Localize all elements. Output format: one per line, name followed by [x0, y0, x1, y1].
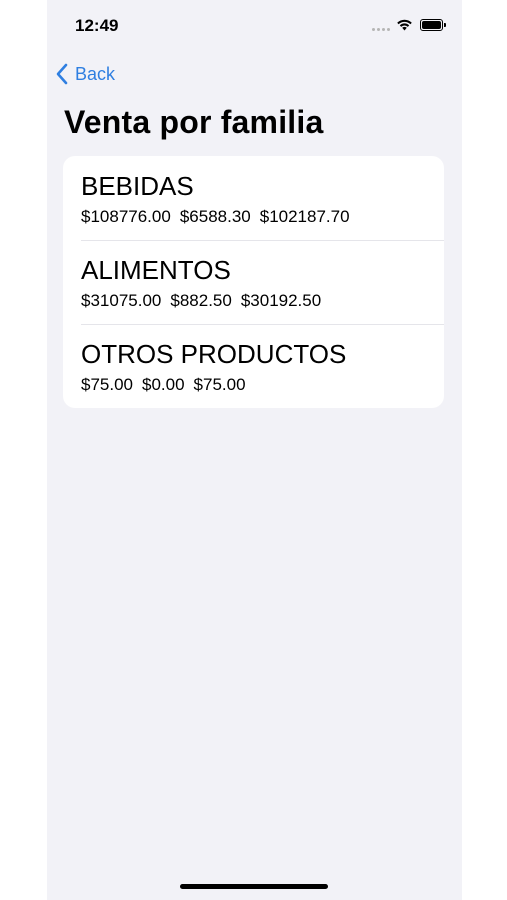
- list-item-bebidas[interactable]: BEBIDAS $108776.00 $6588.30 $102187.70: [63, 156, 444, 240]
- family-list: BEBIDAS $108776.00 $6588.30 $102187.70 ALI…: [63, 156, 444, 408]
- list-item-otros-productos[interactable]: OTROS PRODUCTOS $75.00 $0.00 $75.00: [63, 324, 444, 408]
- list-item-alimentos[interactable]: ALIMENTOS $31075.00 $882.50 $30192.50: [63, 240, 444, 324]
- chevron-left-icon: [56, 63, 68, 85]
- family-name: OTROS PRODUCTOS: [81, 339, 347, 369]
- family-value-total: $75.00: [81, 375, 133, 394]
- family-value-discount: $6588.30: [179, 207, 251, 226]
- family-value-net: $75.00: [193, 375, 246, 394]
- back-label: Back: [75, 63, 116, 84]
- family-values: $75.00 $0.00 $75.00: [81, 375, 246, 395]
- home-indicator[interactable]: [180, 884, 328, 889]
- battery-icon: [420, 19, 446, 31]
- page-title: Venta por familia: [64, 104, 324, 140]
- wifi-icon: [397, 19, 412, 31]
- family-value-net: $30192.50: [240, 291, 322, 310]
- status-time: 12:49: [75, 16, 119, 35]
- status-bar: 12:49: [47, 0, 462, 50]
- family-name: BEBIDAS: [81, 171, 194, 201]
- family-values: $108776.00 $6588.30 $102187.70: [81, 207, 350, 227]
- family-value-total: $108776.00: [81, 207, 171, 226]
- family-values: $31075.00 $882.50 $30192.50: [81, 291, 321, 311]
- family-name: ALIMENTOS: [81, 255, 231, 285]
- signal-dots-icon: [372, 28, 392, 32]
- family-value-discount: $882.50: [170, 291, 232, 310]
- family-value-discount: $0.00: [142, 375, 185, 394]
- app-screen: 12:49 Back Venta por familia BEBIDAS $10…: [47, 0, 462, 900]
- back-button[interactable]: Back: [55, 60, 115, 88]
- family-value-total: $31075.00: [81, 291, 162, 310]
- family-value-net: $102187.70: [259, 207, 350, 226]
